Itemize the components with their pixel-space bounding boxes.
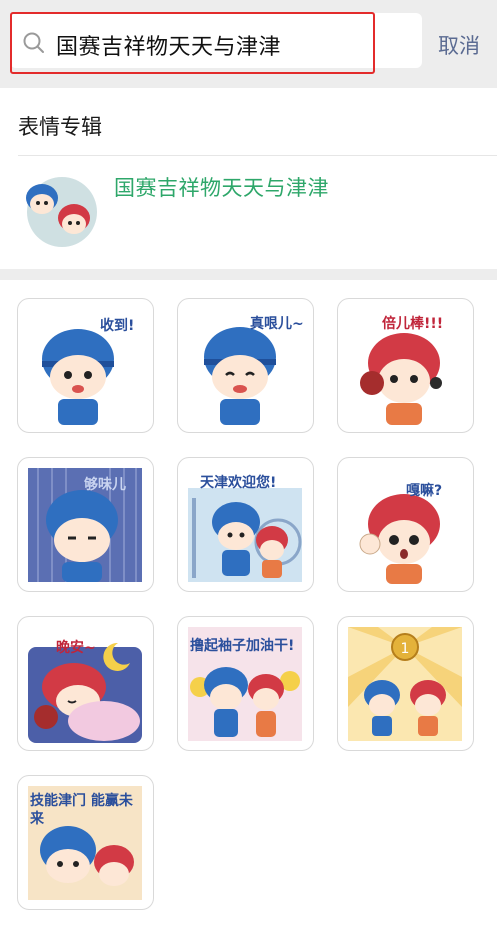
- sticker-item[interactable]: 技能津门 能赢未来: [17, 775, 154, 910]
- sticker-item[interactable]: 倍儿棒!!!: [337, 298, 474, 433]
- sticker-item[interactable]: 晚安~: [17, 616, 154, 751]
- sticker-item[interactable]: 天津欢迎您!: [177, 457, 314, 592]
- album-thumbnail: [26, 177, 97, 247]
- sticker-item[interactable]: 收到!: [17, 298, 154, 433]
- search-icon: [23, 32, 44, 53]
- sticker-caption: 倍儿棒!!!: [382, 316, 444, 332]
- sticker-item[interactable]: 真哏儿~: [177, 298, 314, 433]
- sticker-caption: 真哏儿~: [250, 316, 304, 332]
- section-title: 表情专辑: [18, 115, 102, 139]
- mascot-pair-medal-image: 1: [348, 627, 462, 741]
- svg-text:1: 1: [401, 641, 410, 657]
- sticker-caption: 够味儿: [84, 477, 126, 493]
- sticker-caption: 技能津门 能赢未来: [30, 793, 133, 827]
- sticker-caption: 撸起袖子加油干!: [190, 638, 295, 654]
- sticker-grid: 收到! 真哏儿~ 倍儿棒!!! 够味儿 天津欢迎您! 嘎嘛? 晚安~ 撸起袖子加…: [0, 280, 497, 929]
- sticker-caption: 晚安~: [56, 640, 96, 656]
- search-bar-area: 国赛吉祥物天天与津津 取消: [0, 0, 497, 88]
- sticker-item[interactable]: 撸起袖子加油干!: [177, 616, 314, 751]
- sticker-item[interactable]: 嘎嘛?: [337, 457, 474, 592]
- mascot-red-image: [359, 494, 440, 584]
- sticker-album-section: 表情专辑 国赛吉祥物天天与津津: [0, 88, 497, 269]
- sticker-item[interactable]: 够味儿: [17, 457, 154, 592]
- sticker-item[interactable]: 1: [337, 616, 474, 751]
- sticker-caption: 天津欢迎您!: [200, 475, 277, 491]
- sticker-caption: 收到!: [100, 318, 135, 334]
- sticker-caption: 嘎嘛?: [406, 483, 443, 499]
- cancel-button[interactable]: 取消: [438, 30, 480, 60]
- album-name: 国赛吉祥物天天与津津: [114, 176, 329, 200]
- search-input[interactable]: 国赛吉祥物天天与津津: [56, 29, 281, 61]
- album-item[interactable]: 国赛吉祥物天天与津津: [0, 156, 497, 269]
